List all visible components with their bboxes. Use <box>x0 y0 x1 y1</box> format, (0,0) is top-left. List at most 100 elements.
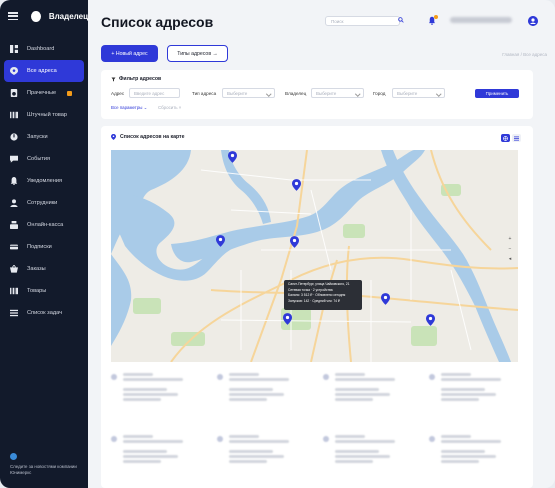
sidebar-item-label: Список задач <box>27 310 63 316</box>
map-pin[interactable] <box>290 236 299 248</box>
sidebar-item[interactable]: Сотрудники <box>4 192 84 214</box>
user-name-blurred[interactable] <box>450 17 512 23</box>
map-view[interactable]: + − ◂ Санкт-Петербург, улица Чайковского, … <box>111 150 518 362</box>
list-view-icon[interactable] <box>512 134 521 142</box>
map-pin[interactable] <box>426 314 435 326</box>
map-pin[interactable] <box>216 235 225 247</box>
sidebar-item[interactable]: Товары <box>4 280 84 302</box>
news-footer-text: Следите за новостями компании Юнимеркс <box>10 464 77 475</box>
location-pin-icon <box>10 67 18 75</box>
sidebar-item[interactable]: Уведомления <box>4 170 84 192</box>
blurred-text-line <box>123 398 161 401</box>
cash-register-icon <box>10 221 18 229</box>
sidebar-item[interactable]: Штучный товар <box>4 104 84 126</box>
blurred-text-line <box>441 373 471 376</box>
address-type-select[interactable]: Выберите <box>222 88 275 98</box>
blurred-text-line <box>335 435 365 438</box>
blurred-text-line <box>229 450 273 453</box>
sidebar-item[interactable]: Dashboard <box>4 38 84 60</box>
new-badge <box>67 90 73 96</box>
address-card-icon <box>323 374 329 380</box>
address-card-icon <box>111 374 117 380</box>
blurred-text-line <box>229 388 273 391</box>
sidebar-item-label: Сотрудники <box>27 200 58 206</box>
owner-label: Владелец <box>285 91 307 96</box>
sidebar-item-label: Заказы <box>27 266 46 272</box>
breadcrumb[interactable]: Главная / Все адреса <box>502 52 547 57</box>
map-pin[interactable] <box>228 151 237 163</box>
filter-card: Фильтр адресов Адрес Введите адрес Тип а… <box>101 70 533 119</box>
blurred-text-line <box>441 393 496 396</box>
subscription-icon <box>10 243 18 251</box>
telegram-icon <box>10 453 17 460</box>
sidebar-item[interactable]: Заказы <box>4 258 84 280</box>
address-card[interactable] <box>111 432 207 480</box>
barcode-icon <box>10 287 18 295</box>
address-card-icon <box>111 436 117 442</box>
page-title: Список адресов <box>101 14 214 30</box>
address-card[interactable] <box>217 370 313 418</box>
sidebar-item[interactable]: Запуски <box>4 126 84 148</box>
blurred-text-line <box>335 388 379 391</box>
search-input[interactable]: Поиск <box>325 16 400 26</box>
logo-icon <box>30 10 41 22</box>
bell-icon <box>10 177 18 185</box>
map-view-icon[interactable] <box>501 134 510 142</box>
address-card[interactable] <box>429 370 525 418</box>
blurred-text-line <box>123 450 167 453</box>
sidebar-item-label: Штучный товар <box>27 112 67 118</box>
blurred-text-line <box>123 460 161 463</box>
tooltip-line: Запусков: 142 · Средний чек: 74 ₽ <box>288 298 341 303</box>
map-pin[interactable] <box>292 179 301 191</box>
news-footer[interactable]: Следите за новостями компании Юнимеркс <box>10 453 82 476</box>
blurred-text-line <box>123 388 167 391</box>
apply-button[interactable]: Применить <box>475 89 519 98</box>
map-pin[interactable] <box>381 293 390 305</box>
more-params-text: Все параметры <box>111 105 143 110</box>
menu-icon[interactable] <box>8 12 18 21</box>
blurred-text-line <box>229 455 284 458</box>
map-tooltip: Санкт-Петербург, улица Чайковского, 21 С… <box>284 280 362 310</box>
filter-title-text: Фильтр адресов <box>119 76 162 82</box>
task-list-icon <box>10 309 18 317</box>
new-address-button[interactable]: + Новый адрес <box>101 45 158 62</box>
sidebar-item-label: Товары <box>27 288 47 294</box>
blurred-text-line <box>335 460 373 463</box>
blurred-text-line <box>123 378 183 381</box>
blurred-text-line <box>335 393 390 396</box>
sidebar-item[interactable]: Все адреса <box>4 60 84 82</box>
address-card[interactable] <box>111 370 207 418</box>
blurred-text-line <box>229 393 284 396</box>
sidebar-header: Владелец <box>0 0 88 32</box>
map-zoom-controls[interactable]: + − ◂ <box>506 234 514 264</box>
sidebar-item[interactable]: События <box>4 148 84 170</box>
map-pin[interactable] <box>283 313 292 325</box>
more-params-link[interactable]: Все параметры ⌄ <box>111 105 147 111</box>
blurred-text-line <box>123 373 153 376</box>
sidebar-item[interactable]: Список задач <box>4 302 84 324</box>
basket-icon <box>10 265 18 273</box>
blurred-text-line <box>335 455 390 458</box>
address-input[interactable]: Введите адрес <box>129 88 180 98</box>
owner-select[interactable]: Выберите <box>311 88 364 98</box>
blurred-text-line <box>123 435 153 438</box>
address-card-icon <box>429 374 435 380</box>
city-select[interactable]: Выберите <box>392 88 445 98</box>
blurred-text-line <box>123 455 178 458</box>
search-icon[interactable] <box>398 17 404 23</box>
address-card-icon <box>429 436 435 442</box>
reset-link[interactable]: Сбросить × <box>158 105 181 110</box>
sidebar-item[interactable]: Подписки <box>4 236 84 258</box>
address-card[interactable] <box>323 432 419 480</box>
address-card[interactable] <box>429 432 525 480</box>
sidebar-item-label: События <box>27 156 51 162</box>
address-card-icon <box>323 436 329 442</box>
address-card[interactable] <box>323 370 419 418</box>
address-types-button[interactable]: Типы адресов → <box>167 45 228 62</box>
sidebar-item[interactable]: Онлайн-касса <box>4 214 84 236</box>
sidebar-item[interactable]: Прачечные <box>4 82 84 104</box>
address-card[interactable] <box>217 432 313 480</box>
map-background <box>111 150 518 362</box>
map-title: Список адресов на карте <box>111 134 184 140</box>
user-avatar-icon[interactable] <box>528 16 538 26</box>
